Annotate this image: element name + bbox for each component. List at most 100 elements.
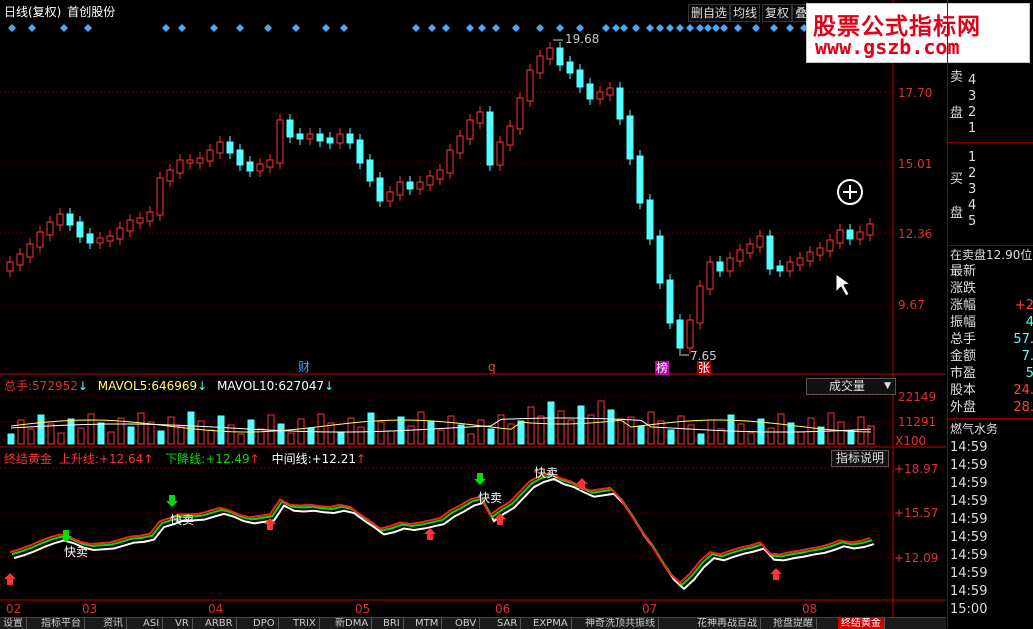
- tab-14[interactable]: 神奇洗顶共振线: [582, 618, 659, 629]
- tab-11[interactable]: OBV: [452, 618, 481, 629]
- stat-key: 金额: [950, 349, 977, 364]
- chart-area[interactable]: [0, 0, 946, 617]
- volume-bar: [17, 419, 25, 445]
- tab-8[interactable]: 新DMA: [332, 618, 373, 629]
- chart-header: 日线(复权) 首创股份: [4, 5, 117, 19]
- candle-body: [146, 211, 154, 222]
- tab-5[interactable]: ARBR: [202, 618, 237, 629]
- price-tick: 9.67: [898, 298, 925, 312]
- tab-1[interactable]: 指标平台: [38, 618, 85, 629]
- tab-13[interactable]: EXPMA: [530, 618, 572, 629]
- buy-label: 盘: [950, 206, 963, 222]
- candle-body: [586, 83, 594, 100]
- mid-line-value: +12.21: [311, 452, 357, 466]
- volume-bar: [327, 422, 335, 445]
- up-line-value: +12.64: [98, 452, 144, 466]
- candle-body: [156, 177, 164, 216]
- candle-body: [546, 47, 554, 60]
- candle-body: [16, 253, 24, 266]
- candle-body: [66, 213, 74, 226]
- stat-key: 外盘: [950, 400, 977, 415]
- trade-time: 14:59: [950, 512, 988, 527]
- candle-body: [306, 133, 314, 140]
- sector-label: 燃气水务: [950, 422, 999, 436]
- candle-body: [186, 159, 194, 164]
- event-marker-finance[interactable]: 财: [298, 360, 310, 374]
- candle-body: [866, 223, 874, 236]
- trade-time: 14:59: [950, 584, 988, 599]
- candle-body: [616, 87, 624, 120]
- event-marker-q[interactable]: q: [488, 360, 496, 374]
- volume-bar: [867, 425, 875, 445]
- volume-bar: [437, 429, 445, 445]
- arrow-down-icon: ↓: [324, 379, 335, 393]
- buy-level: 5: [968, 214, 977, 229]
- signal-label: 快卖: [64, 545, 89, 559]
- candle-body: [826, 239, 834, 252]
- remove-watchlist-button[interactable]: 删自选: [688, 4, 731, 22]
- sell-label: 卖: [950, 70, 963, 86]
- volume-bar: [547, 401, 555, 445]
- stat-row: 外盘 28.: [950, 400, 1033, 416]
- volume-bar: [77, 427, 85, 445]
- candle-body: [596, 91, 604, 100]
- volume-bar: [117, 417, 125, 445]
- candle-body: [356, 139, 364, 164]
- order-queue: 在卖盘12.90位置: [950, 248, 1033, 262]
- tab-7[interactable]: TRIX: [290, 618, 320, 629]
- candle-body: [846, 229, 854, 240]
- stat-row: 总手 57.: [950, 332, 1033, 348]
- tab-6[interactable]: DPO: [250, 618, 279, 629]
- candle-body: [336, 133, 344, 144]
- candle-body: [766, 235, 774, 270]
- candle-body: [806, 251, 814, 262]
- volume-bar: [767, 427, 775, 445]
- tab-16[interactable]: 抢盘提醒: [770, 618, 817, 629]
- tab-0[interactable]: 设置: [0, 618, 27, 629]
- tab-17[interactable]: 终结黄金: [838, 618, 885, 629]
- stat-value: 7.: [1021, 349, 1033, 364]
- arrow-up-icon: ↑: [143, 452, 154, 466]
- trade-time: 15:00: [950, 602, 988, 617]
- tab-3[interactable]: ASI: [140, 618, 164, 629]
- tab-12[interactable]: SAR: [494, 618, 522, 629]
- candle-body: [646, 199, 654, 240]
- adjust-button[interactable]: 复权: [762, 4, 793, 22]
- candle-body: [496, 141, 504, 166]
- candle-body: [256, 163, 264, 172]
- stat-value: 4: [1025, 315, 1033, 330]
- tab-10[interactable]: MTM: [412, 618, 443, 629]
- volume-bar: [817, 426, 825, 445]
- tab-9[interactable]: BRI: [380, 618, 404, 629]
- volume-bar: [237, 433, 245, 445]
- volume-bar: [137, 412, 145, 445]
- indicator-help-button[interactable]: 指标说明: [831, 450, 889, 467]
- candle-body: [436, 169, 444, 180]
- indicator-dropdown[interactable]: 成交量 ▼: [806, 378, 896, 395]
- tab-4[interactable]: VR: [172, 618, 193, 629]
- stat-row: 涨幅 +2: [950, 298, 1033, 314]
- event-marker-limit[interactable]: 张: [697, 361, 712, 375]
- stat-value: 24.: [1013, 383, 1033, 398]
- candle-body: [36, 231, 44, 248]
- volume-bar: [427, 420, 435, 445]
- volume-bar: [587, 414, 595, 445]
- volume-bar: [687, 424, 695, 445]
- total-volume-value: 572952: [32, 379, 78, 393]
- sell-level: 1: [968, 121, 977, 136]
- volume-bar: [347, 417, 355, 445]
- tab-2[interactable]: 资讯: [100, 618, 127, 629]
- chevron-down-icon: ▼: [884, 381, 891, 391]
- event-marker-rank[interactable]: 榜: [655, 361, 670, 375]
- date-label: 04: [208, 602, 224, 616]
- stat-row: 市盈 5: [950, 366, 1033, 382]
- volume-bar: [837, 421, 845, 445]
- volume-bar: [307, 427, 315, 445]
- tab-15[interactable]: 花神再战百战: [694, 618, 761, 629]
- volume-bar: [7, 433, 15, 445]
- candle-body: [486, 111, 494, 166]
- stock-name: 首创股份: [67, 5, 116, 19]
- candle-body: [366, 159, 374, 182]
- ma-button[interactable]: 均线: [730, 4, 761, 22]
- volume-bar: [747, 432, 755, 445]
